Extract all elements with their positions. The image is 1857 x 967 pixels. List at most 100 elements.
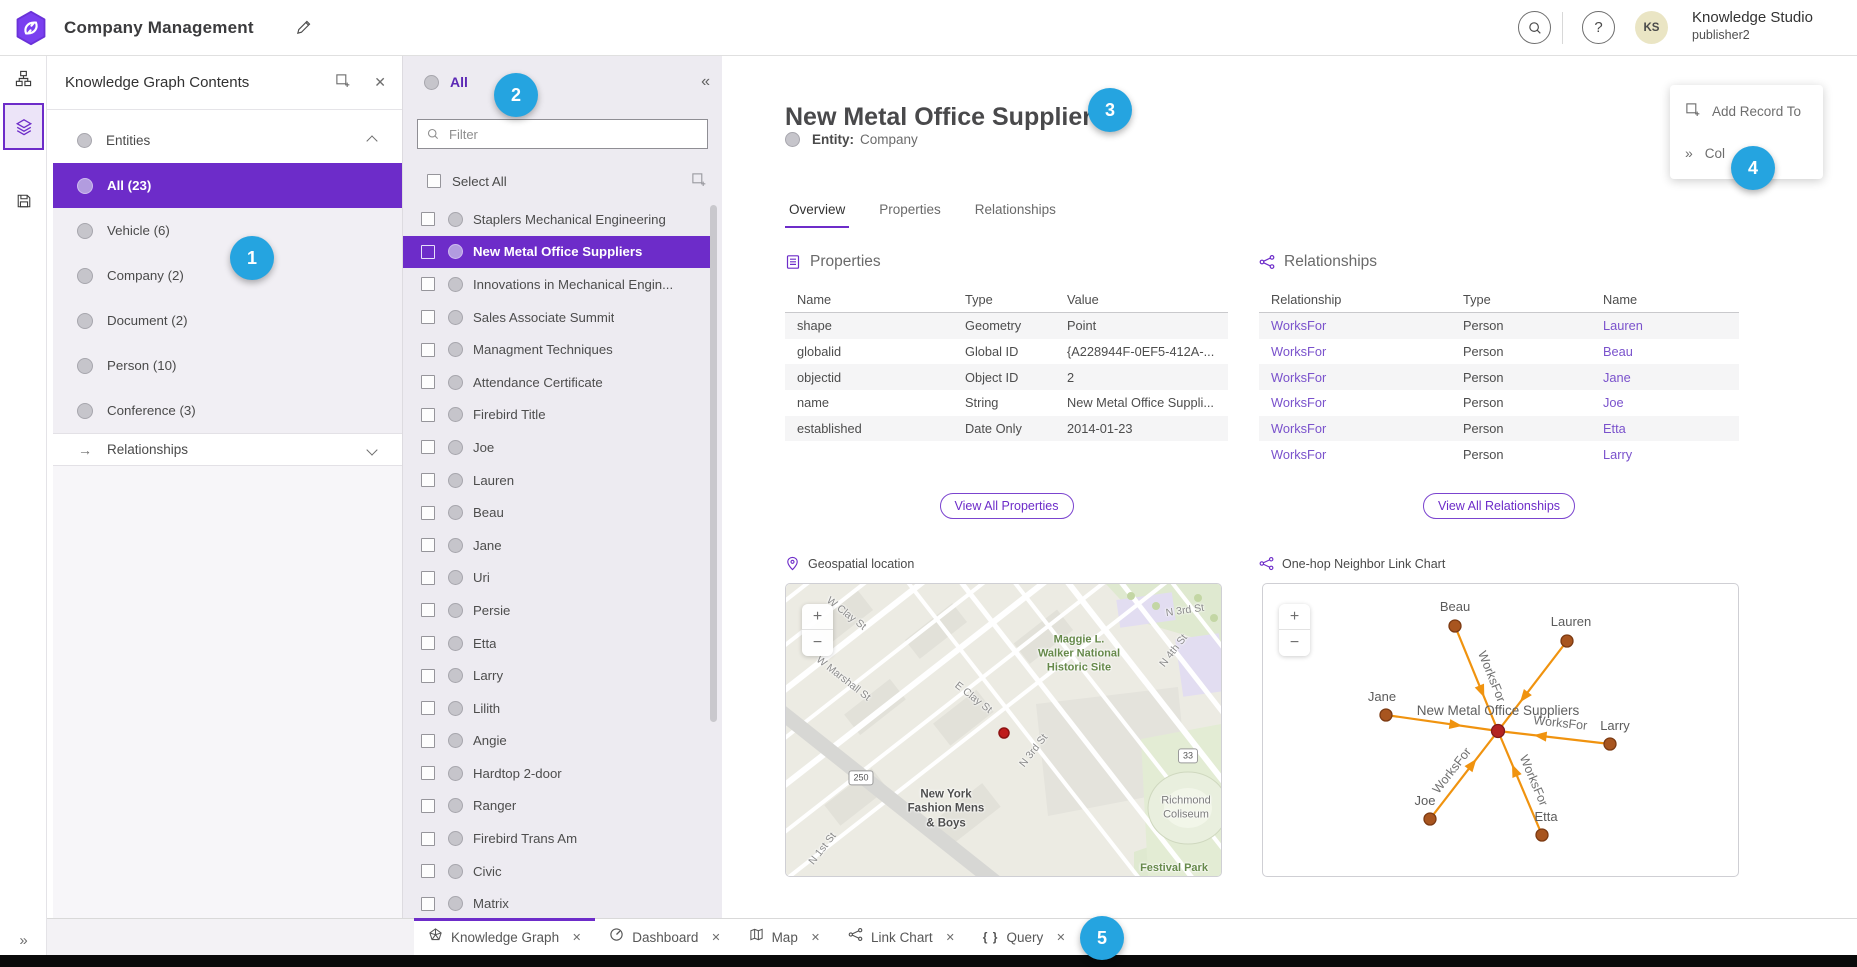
table-row[interactable]: shapeGeometryPoint [785, 313, 1228, 339]
add-record-icon[interactable] [335, 73, 350, 93]
table-row[interactable]: WorksForPersonJane [1259, 364, 1739, 390]
view-tab-query[interactable]: { }Query✕ [969, 919, 1080, 955]
list-item[interactable]: Hardtop 2-door [403, 757, 710, 790]
checkbox-icon[interactable] [421, 799, 435, 813]
list-item[interactable]: Lilith [403, 692, 710, 725]
close-tab-icon[interactable]: ✕ [711, 931, 720, 944]
list-item[interactable]: Beau [403, 496, 710, 529]
radio-icon[interactable] [77, 358, 93, 374]
list-item[interactable]: Managment Techniques [403, 333, 710, 366]
checkbox-icon[interactable] [421, 506, 435, 520]
checkbox-icon[interactable] [421, 571, 435, 585]
checkbox-icon[interactable] [421, 636, 435, 650]
zoom-in-button[interactable]: + [802, 604, 833, 630]
chevron-up-icon[interactable] [366, 135, 377, 146]
table-cell[interactable]: Jane [1591, 370, 1731, 385]
scrollbar-thumb[interactable] [710, 205, 717, 722]
radio-icon[interactable] [77, 133, 92, 148]
list-item[interactable]: Lauren [403, 464, 710, 497]
list-item[interactable]: Jane [403, 529, 710, 562]
zoom-out-button[interactable]: − [802, 630, 833, 656]
entity-type-row[interactable]: Vehicle (6) [53, 208, 402, 253]
list-item[interactable]: Sales Associate Summit [403, 301, 710, 334]
graph-center-node[interactable] [1492, 725, 1505, 738]
checkbox-icon[interactable] [421, 212, 435, 226]
rail-item-schema[interactable] [0, 61, 47, 95]
checkbox-icon[interactable] [421, 832, 435, 846]
relationships-section-header[interactable]: → Relationships [53, 433, 402, 466]
graph-node[interactable] [1604, 738, 1616, 750]
entities-section-header[interactable]: Entities [47, 118, 402, 163]
entity-type-row[interactable]: Document (2) [53, 298, 402, 343]
table-cell[interactable]: Joe [1591, 395, 1731, 410]
close-tab-icon[interactable]: ✕ [946, 931, 955, 944]
rail-item-contents[interactable] [3, 103, 44, 150]
entity-type-row[interactable]: All (23) [53, 163, 402, 208]
table-row[interactable]: WorksForPersonLarry [1259, 441, 1739, 467]
table-row[interactable]: WorksForPersonBeau [1259, 339, 1739, 365]
graph-node[interactable] [1561, 635, 1573, 647]
checkbox-icon[interactable] [421, 310, 435, 324]
table-row[interactable]: globalidGlobal ID{A228944F-0EF5-412A-... [785, 339, 1228, 365]
checkbox-icon[interactable] [421, 669, 435, 683]
zoom-out-button[interactable]: − [1279, 630, 1310, 656]
table-cell[interactable]: Beau [1591, 344, 1731, 359]
list-item[interactable]: Firebird Title [403, 399, 710, 432]
list-item[interactable]: Matrix [403, 887, 710, 918]
list-item[interactable]: Innovations in Mechanical Engin... [403, 268, 710, 301]
table-cell[interactable]: WorksFor [1259, 421, 1451, 436]
checkbox-icon[interactable] [421, 766, 435, 780]
checkbox-icon[interactable] [421, 277, 435, 291]
table-row[interactable]: establishedDate Only2014-01-23 [785, 416, 1228, 442]
list-item[interactable]: Staplers Mechanical Engineering [403, 203, 710, 236]
view-all-relationships-button[interactable]: View All Relationships [1423, 493, 1575, 519]
search-button[interactable] [1518, 11, 1551, 44]
context-menu-item[interactable]: Add Record To [1670, 90, 1823, 132]
checkbox-icon[interactable] [421, 701, 435, 715]
app-logo-icon[interactable] [13, 10, 49, 46]
list-item[interactable]: Angie [403, 725, 710, 758]
table-cell[interactable]: Etta [1591, 421, 1731, 436]
radio-icon[interactable] [424, 75, 439, 90]
table-cell[interactable]: WorksFor [1259, 344, 1451, 359]
list-item[interactable]: Persie [403, 594, 710, 627]
close-tab-icon[interactable]: ✕ [1056, 931, 1065, 944]
list-item[interactable]: Civic [403, 855, 710, 888]
close-tab-icon[interactable]: ✕ [572, 931, 581, 944]
checkbox-icon[interactable] [421, 897, 435, 911]
entity-type-row[interactable]: Company (2) [53, 253, 402, 298]
help-button[interactable]: ? [1582, 11, 1615, 44]
view-all-properties-button[interactable]: View All Properties [940, 493, 1074, 519]
list-item[interactable]: Etta [403, 627, 710, 660]
table-row[interactable]: nameStringNew Metal Office Suppli... [785, 390, 1228, 416]
table-cell[interactable]: Lauren [1591, 318, 1731, 333]
radio-icon[interactable] [77, 223, 93, 239]
checkbox-icon[interactable] [421, 245, 435, 259]
checkbox-icon[interactable] [421, 603, 435, 617]
entity-type-row[interactable]: Conference (3) [53, 388, 402, 433]
filter-input[interactable] [447, 126, 699, 143]
table-row[interactable]: objectidObject ID2 [785, 364, 1228, 390]
list-item[interactable]: Uri [403, 562, 710, 595]
user-block[interactable]: Knowledge Studio publisher2 [1692, 9, 1813, 43]
list-item[interactable]: Attendance Certificate [403, 366, 710, 399]
checkbox-icon[interactable] [421, 440, 435, 454]
checkbox-icon[interactable] [421, 734, 435, 748]
radio-icon[interactable] [77, 403, 93, 419]
geospatial-map[interactable]: W Clay StW Marshall StE Clay StN 3rd StN… [785, 583, 1222, 877]
table-cell[interactable]: WorksFor [1259, 395, 1451, 410]
view-tab-map[interactable]: Map✕ [735, 919, 834, 955]
one-hop-link-chart[interactable]: WorksForWorksForWorksForWorksForBeauLaur… [1262, 583, 1739, 877]
graph-node[interactable] [1536, 829, 1548, 841]
checkbox-icon[interactable] [421, 864, 435, 878]
graph-node[interactable] [1449, 620, 1461, 632]
table-cell[interactable]: WorksFor [1259, 370, 1451, 385]
view-tab-dashboard[interactable]: Dashboard✕ [595, 919, 734, 955]
zoom-in-button[interactable]: + [1279, 604, 1310, 630]
entity-type-row[interactable]: Person (10) [53, 343, 402, 388]
list-item[interactable]: Larry [403, 659, 710, 692]
view-tab-link-chart[interactable]: Link Chart✕ [834, 919, 969, 955]
checkbox-icon[interactable] [427, 174, 441, 188]
rail-item-save[interactable] [0, 184, 47, 218]
table-cell[interactable]: Larry [1591, 447, 1731, 462]
